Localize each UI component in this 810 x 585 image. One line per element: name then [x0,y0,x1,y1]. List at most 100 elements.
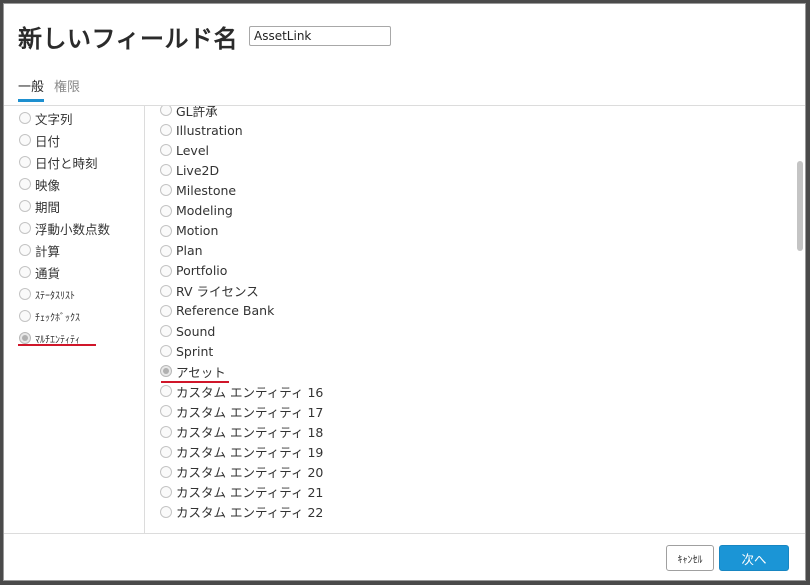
radio-button[interactable] [19,310,31,322]
radio-button[interactable] [160,425,172,438]
radio-button[interactable] [160,284,172,297]
field-type-option[interactable]: 映像 [19,173,110,195]
option-label: 映像 [35,177,61,193]
entity-option[interactable]: カスタム エンティティ 17 [160,401,323,421]
radio-button[interactable] [19,178,31,190]
next-button[interactable]: 次へ [719,545,789,571]
field-type-list: 文字列日付日付と時刻映像期間浮動小数点数 計算通貨 ｽﾃｰﾀｽﾘｽﾄ ﾁｪｯｸﾎﾞｯｸ… [4,106,145,533]
radio-button[interactable] [160,405,172,418]
option-label: Milestone [176,182,237,198]
entity-option[interactable]: GL許承 [160,106,323,120]
field-name-input[interactable]: AssetLink [249,26,391,46]
footer-divider [4,533,805,534]
option-label: 日付 [35,133,61,149]
entity-option[interactable]: Portfolio [160,261,323,281]
option-label: 浮動小数点数 [35,221,111,237]
radio-button[interactable] [19,134,31,146]
radio-button[interactable] [19,244,31,256]
option-label: カスタム エンティティ 20 [176,465,324,481]
entity-option[interactable]: Sound [160,321,323,341]
radio-button[interactable] [19,112,31,124]
option-label: カスタム エンティティ 18 [176,425,324,441]
entity-option[interactable]: Live2D [160,160,323,180]
radio-button[interactable] [160,304,172,317]
option-label: 期間 [35,199,61,215]
entity-option[interactable]: Motion [160,221,323,241]
entity-option[interactable]: カスタム エンティティ 19 [160,442,323,462]
entity-option[interactable]: Illustration [160,120,323,140]
option-label: カスタム エンティティ 19 [176,445,324,461]
radio-button[interactable] [160,164,172,177]
field-type-option[interactable]: 日付と時刻 [19,151,110,173]
radio-button[interactable] [160,224,172,237]
radio-button[interactable] [19,332,31,344]
option-label: カスタム エンティティ 16 [176,384,324,400]
option-label: アセット [176,364,226,380]
dialog-header: 新しいフィールド名 AssetLink [4,4,805,64]
entity-option[interactable]: Sprint [160,341,323,361]
multi-entity-highlight [18,344,96,346]
option-label: カスタム エンティティ 22 [176,505,324,521]
option-label: 文字列 [35,111,73,127]
radio-button[interactable] [160,144,172,157]
radio-button[interactable] [160,465,172,478]
radio-button[interactable] [19,266,31,278]
field-type-option[interactable]: 期間 [19,195,110,217]
field-type-option[interactable]: 計算 [19,239,110,261]
radio-button[interactable] [160,264,172,277]
radio-button[interactable] [160,184,172,197]
asset-highlight [161,381,229,383]
option-label: Live2D [176,162,220,178]
option-label: カスタム エンティティ 17 [176,404,324,420]
radio-button[interactable] [160,345,172,358]
new-field-dialog: 新しいフィールド名 AssetLink 一般 権限 文字列日付日付と時刻映像期間浮… [3,3,806,581]
entity-option[interactable]: カスタム エンティティ 18 [160,422,323,442]
entity-option[interactable]: カスタム エンティティ 21 [160,482,323,502]
entity-option[interactable]: カスタム エンティティ 20 [160,462,323,482]
field-type-option[interactable]: ｽﾃｰﾀｽﾘｽﾄ [19,283,110,305]
radio-button[interactable] [160,385,172,398]
radio-button[interactable] [160,124,172,137]
radio-button[interactable] [160,505,172,518]
option-label: GL許承 [176,106,218,119]
entity-list-scrollbar[interactable] [797,161,803,251]
entity-option[interactable]: カスタム エンティティ 22 [160,502,323,522]
entity-option[interactable]: アセット [160,361,323,381]
option-label: RV ライセンス [176,284,259,300]
entity-option[interactable]: Milestone [160,180,323,200]
entity-option[interactable]: Level [160,140,323,160]
radio-button[interactable] [160,485,172,498]
entity-option[interactable]: カスタム エンティティ 16 [160,381,323,401]
entity-option[interactable]: Reference Bank [160,301,323,321]
radio-button[interactable] [19,200,31,212]
field-type-option[interactable]: ﾁｪｯｸﾎﾞｯｸｽ [19,305,110,327]
radio-button[interactable] [160,445,172,458]
field-type-option[interactable]: 浮動小数点数 [19,217,110,239]
entity-option[interactable]: Modeling [160,200,323,220]
radio-button[interactable] [160,244,172,257]
option-label: Plan [176,243,203,259]
option-label: Motion [176,223,219,239]
radio-button[interactable] [160,204,172,217]
radio-button[interactable] [19,288,31,300]
entity-option[interactable]: Plan [160,241,323,261]
tab-general[interactable]: 一般 [18,76,45,102]
radio-button[interactable] [19,222,31,234]
tab-permissions[interactable]: 権限 [54,76,80,102]
entity-option[interactable]: RV ライセンス [160,281,323,301]
option-label: Sound [176,323,216,339]
option-label: Sprint [176,343,214,359]
field-type-option[interactable]: 文字列 [19,107,110,129]
radio-button[interactable] [160,325,172,338]
radio-button[interactable] [19,156,31,168]
option-label: 計算 [35,243,61,259]
radio-button[interactable] [160,106,172,117]
option-label: Reference Bank [176,303,275,319]
option-label: 通貨 [35,265,61,281]
radio-button[interactable] [160,365,172,378]
dialog-title: 新しいフィールド名 [18,25,239,53]
field-type-option[interactable]: 通貨 [19,261,110,283]
cancel-button[interactable]: ｷｬﾝｾﾙ [666,545,714,571]
field-type-option[interactable]: 日付 [19,129,110,151]
option-label: 日付と時刻 [35,155,98,171]
